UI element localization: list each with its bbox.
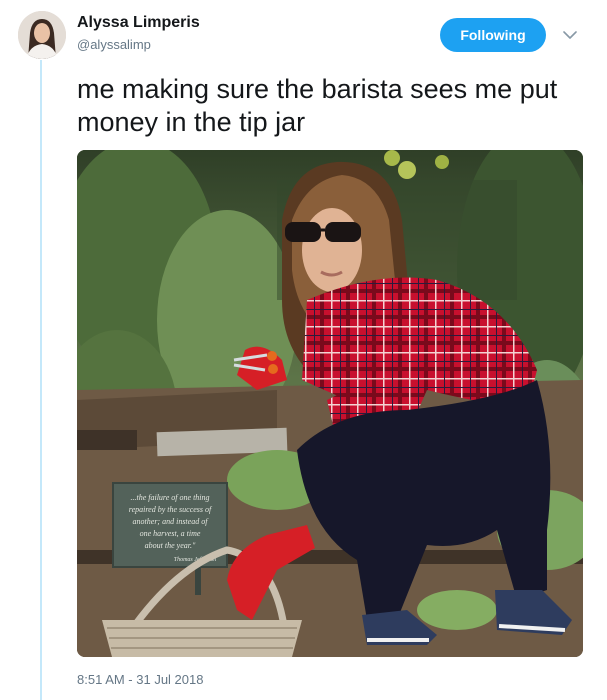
- author-handle[interactable]: @alyssalimp: [77, 37, 151, 52]
- tweet-text: me making sure the barista sees me put m…: [77, 74, 558, 137]
- garden-photo: ...the failure of one thing repaired by …: [77, 150, 583, 657]
- profile-avatar[interactable]: [18, 11, 66, 59]
- chevron-down-icon[interactable]: [560, 26, 580, 44]
- tweet-photo[interactable]: ...the failure of one thing repaired by …: [77, 150, 583, 657]
- svg-text:about the year.": about the year.": [145, 541, 196, 550]
- tweet-timestamp[interactable]: 8:51 AM - 31 Jul 2018: [77, 672, 203, 687]
- svg-text:repaired by the success of: repaired by the success of: [129, 505, 213, 514]
- svg-text:...the failure of one thing: ...the failure of one thing: [130, 493, 209, 502]
- svg-text:one harvest, a time: one harvest, a time: [140, 529, 201, 538]
- following-button[interactable]: Following: [440, 18, 546, 52]
- thread-line: [40, 60, 42, 700]
- avatar-image: [18, 11, 66, 59]
- author-display-name[interactable]: Alyssa Limperis: [77, 14, 200, 32]
- svg-text:another; and instead of: another; and instead of: [133, 517, 210, 526]
